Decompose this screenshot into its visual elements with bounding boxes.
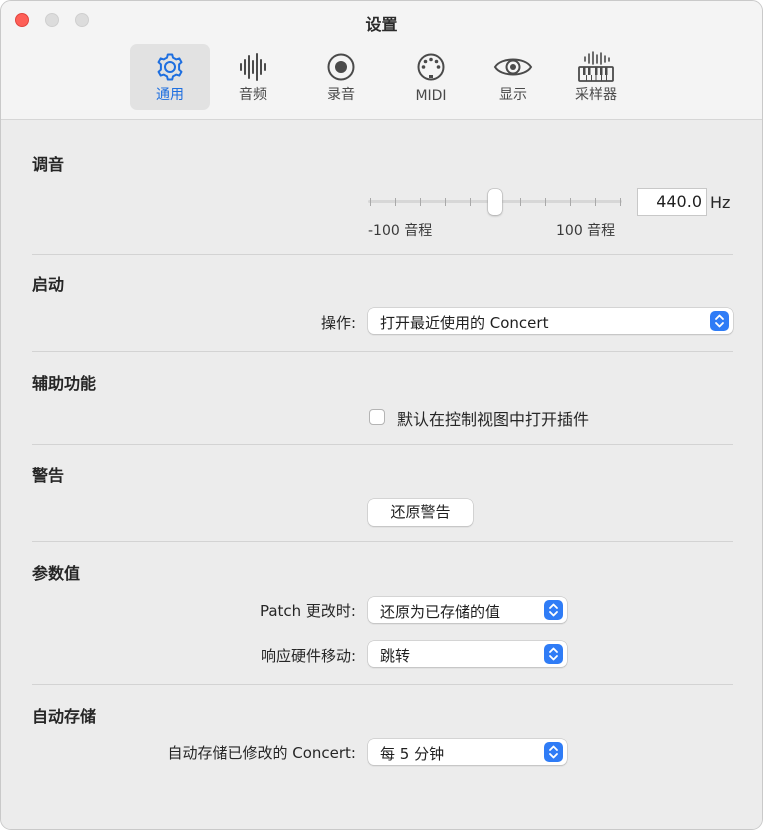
- slider-tick: [370, 198, 371, 206]
- slider-min-label: -100 音程: [368, 223, 433, 239]
- tab-label-sampler: 采样器: [575, 87, 617, 103]
- section-title-accessibility: 辅助功能: [32, 374, 97, 393]
- section-title-parameters: 参数值: [32, 564, 81, 583]
- hardware-move-popup[interactable]: 跳转: [368, 641, 567, 667]
- hardware-move-label: 响应硬件移动:: [260, 647, 356, 665]
- hardware-move-value: 跳转: [380, 647, 411, 665]
- record-icon: [327, 53, 355, 81]
- slider-tick: [620, 198, 621, 206]
- tab-recording[interactable]: 录音: [301, 44, 381, 110]
- divider: [32, 684, 733, 685]
- slider-max-label: 100 音程: [556, 223, 616, 239]
- slider-tick: [420, 198, 421, 206]
- startup-action-popup[interactable]: 打开最近使用的 Concert: [368, 308, 733, 334]
- autosave-interval-value: 每 5 分钟: [380, 745, 445, 763]
- slider-tick: [570, 198, 571, 206]
- toolbar: 设置 通用 音频 录音 MIDI 显示 采样器: [1, 1, 762, 120]
- tab-audio[interactable]: 音频: [213, 44, 293, 110]
- popup-stepper-icon: [544, 600, 563, 620]
- tab-sampler[interactable]: 采样器: [556, 44, 636, 110]
- divider: [32, 351, 733, 352]
- tab-label-audio: 音频: [239, 87, 267, 103]
- open-plugins-checkbox-label: 默认在控制视图中打开插件: [397, 410, 590, 429]
- patch-change-value: 还原为已存储的值: [380, 603, 501, 621]
- startup-action-value: 打开最近使用的 Concert: [380, 314, 549, 332]
- waveform-icon: [240, 53, 266, 81]
- settings-window: 设置 通用 音频 录音 MIDI 显示 采样器 调音 -100 音程 100 音…: [0, 0, 763, 830]
- tab-label-midi: MIDI: [415, 88, 447, 104]
- eye-icon: [493, 58, 533, 76]
- tab-display[interactable]: 显示: [473, 44, 553, 110]
- section-title-startup: 启动: [32, 275, 65, 294]
- slider-tick: [445, 198, 446, 206]
- slider-tick: [395, 198, 396, 206]
- popup-stepper-icon: [544, 644, 563, 664]
- tab-midi[interactable]: MIDI: [391, 44, 471, 110]
- slider-tick: [470, 198, 471, 206]
- autosave-interval-popup[interactable]: 每 5 分钟: [368, 739, 567, 765]
- tab-label-recording: 录音: [327, 87, 355, 103]
- divider: [32, 541, 733, 542]
- settings-content: 调音 -100 音程 100 音程 440.0 Hz 启动 操作: 打开最近使用…: [1, 120, 762, 829]
- gear-icon: [157, 53, 183, 81]
- tuning-frequency-field[interactable]: 440.0: [637, 188, 707, 216]
- slider-tick: [595, 198, 596, 206]
- patch-change-label: Patch 更改时:: [259, 602, 356, 620]
- section-title-autosave: 自动存储: [32, 707, 97, 726]
- open-plugins-checkbox[interactable]: [369, 409, 385, 425]
- autosave-label: 自动存储已修改的 Concert:: [167, 744, 356, 762]
- window-title: 设置: [365, 15, 398, 34]
- slider-tick: [545, 198, 546, 206]
- reset-warnings-button[interactable]: 还原警告: [368, 499, 473, 526]
- midi-port-icon: [417, 53, 445, 81]
- startup-action-label: 操作:: [320, 314, 356, 332]
- tab-label-general: 通用: [156, 87, 184, 103]
- section-title-warnings: 警告: [32, 466, 65, 485]
- slider-thumb[interactable]: [488, 189, 502, 215]
- sampler-keyboard-icon: [578, 51, 614, 82]
- tuning-unit-label: Hz: [710, 193, 731, 212]
- divider: [32, 444, 733, 445]
- popup-stepper-icon: [544, 742, 563, 762]
- tab-label-display: 显示: [499, 87, 527, 103]
- slider-tick: [520, 198, 521, 206]
- tab-general[interactable]: 通用: [130, 44, 210, 110]
- section-title-tuning: 调音: [32, 155, 65, 174]
- popup-stepper-icon: [710, 311, 729, 331]
- divider: [32, 254, 733, 255]
- patch-change-popup[interactable]: 还原为已存储的值: [368, 597, 567, 623]
